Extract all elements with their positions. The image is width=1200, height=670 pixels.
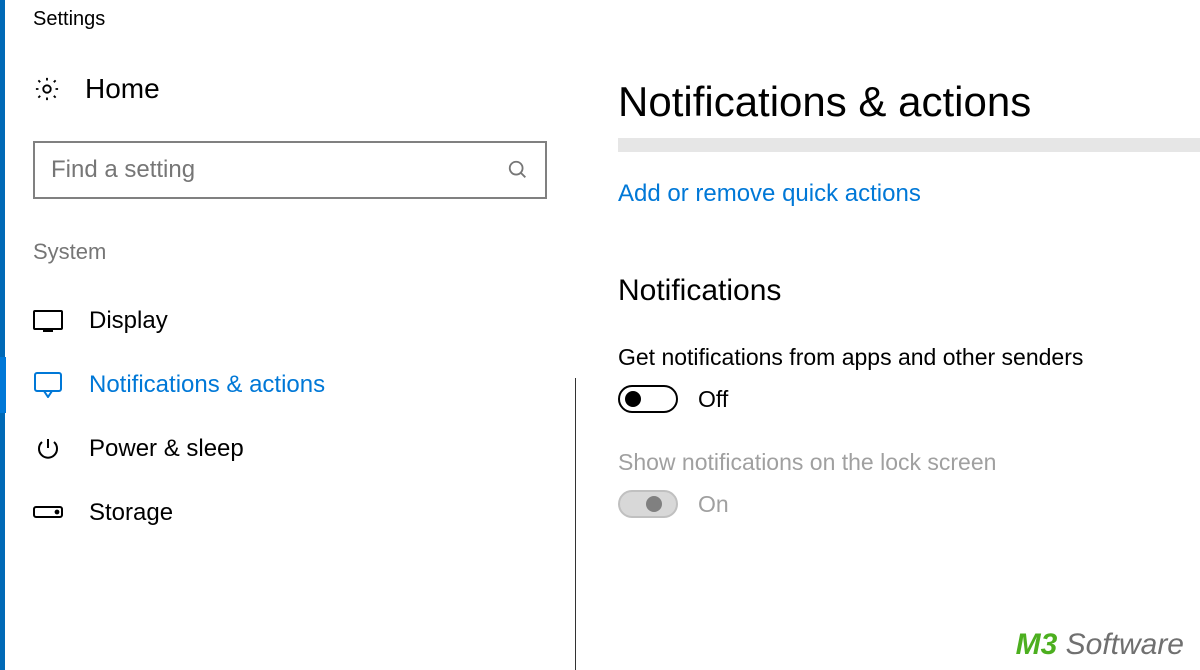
toggle-state-lockscreen: On — [698, 491, 729, 518]
sidebar-item-label: Power & sleep — [89, 435, 244, 463]
home-nav[interactable]: Home — [5, 55, 575, 123]
sidebar-item-display[interactable]: Display — [5, 289, 575, 353]
search-icon — [507, 159, 529, 181]
search-input[interactable] — [51, 156, 507, 184]
sidebar-item-label: Storage — [89, 499, 173, 527]
sidebar-section-label: System — [5, 239, 575, 289]
search-row — [5, 123, 575, 239]
search-box[interactable] — [33, 141, 547, 199]
gear-icon — [33, 75, 61, 103]
toggle-state-apps: Off — [698, 386, 728, 413]
home-label: Home — [85, 73, 160, 105]
sidebar-item-label: Display — [89, 307, 168, 335]
toggle-knob — [646, 496, 662, 512]
toggle-apps[interactable] — [618, 385, 678, 413]
window-title: Settings — [5, 0, 575, 55]
sidebar: Settings Home System — [5, 0, 575, 670]
sidebar-item-label: Notifications & actions — [89, 371, 325, 399]
settings-window: Settings Home System — [0, 0, 1200, 670]
quick-actions-link[interactable]: Add or remove quick actions — [618, 180, 921, 208]
main-content: Notifications & actions Add or remove qu… — [576, 0, 1200, 670]
setting-label-apps: Get notifications from apps and other se… — [618, 344, 1200, 371]
power-icon — [33, 436, 63, 462]
page-title: Notifications & actions — [618, 78, 1200, 126]
sidebar-item-notifications[interactable]: Notifications & actions — [5, 353, 575, 417]
toggle-knob — [625, 391, 641, 407]
display-icon — [33, 308, 63, 334]
toggle-lockscreen — [618, 490, 678, 518]
setting-label-lockscreen: Show notifications on the lock screen — [618, 449, 1200, 476]
watermark: M3 Software — [1016, 628, 1184, 662]
notifications-heading: Notifications — [618, 274, 1200, 308]
watermark-left: M3 — [1016, 628, 1058, 661]
sidebar-item-storage[interactable]: Storage — [5, 481, 575, 545]
toggle-row-apps: Off — [618, 385, 1200, 413]
watermark-right: Software — [1057, 628, 1184, 661]
storage-icon — [33, 500, 63, 526]
notifications-icon — [33, 372, 63, 398]
toggle-row-lockscreen: On — [618, 490, 1200, 518]
horizontal-bar — [618, 138, 1200, 152]
sidebar-item-power[interactable]: Power & sleep — [5, 417, 575, 481]
